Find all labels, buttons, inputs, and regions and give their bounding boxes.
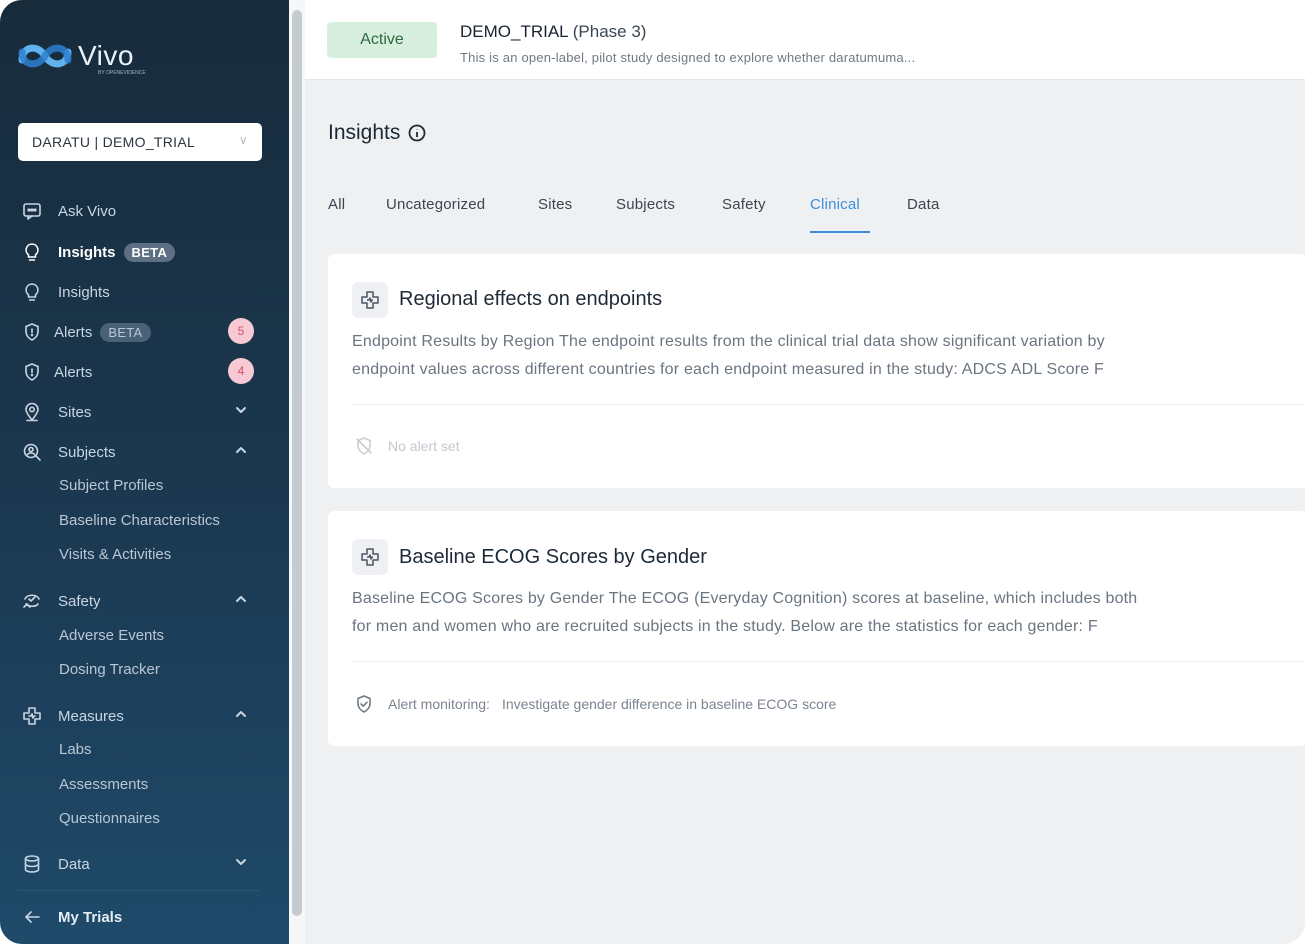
sidebar-item-my-trials[interactable]: My Trials [20, 903, 260, 931]
sidebar-item-alerts[interactable]: Alerts 4 [20, 358, 260, 386]
sidebar-subitem-dosing-tracker[interactable]: Dosing Tracker [59, 661, 160, 678]
study-name: DEMO_TRIAL [460, 22, 569, 41]
alert-monitoring-label: Alert monitoring: [388, 696, 490, 712]
sidebar-item-label: Alerts [54, 323, 93, 341]
sidebar-subitem-visits-activities[interactable]: Visits & Activities [59, 546, 171, 563]
insight-card-summary-line: Baseline ECOG Scores by Gender The ECOG … [352, 590, 1138, 607]
sidebar-item-label: Alerts [54, 363, 93, 381]
insight-card-summary-line: for men and women who are recruited subj… [352, 618, 1098, 635]
sidebar: Vivo BY OPENEVIDENCE DARATU | DEMO_TRIAL… [0, 0, 289, 944]
sidebar-item-label: Subjects [58, 443, 116, 461]
tab-subjects[interactable]: Subjects [616, 196, 675, 213]
alert-status-text: Investigate gender difference in baselin… [501, 696, 837, 712]
brand-subtitle: BY OPENEVIDENCE [98, 70, 146, 76]
study-title: DEMO_TRIAL (Phase 3) [460, 22, 646, 42]
sidebar-subitem-subject-profiles[interactable]: Subject Profiles [59, 477, 163, 494]
sidebar-item-safety[interactable]: Safety [20, 587, 260, 615]
sidebar-item-alerts-beta[interactable]: Alerts BETA 5 [20, 318, 260, 346]
insight-card-title: Regional effects on endpoints [399, 288, 663, 310]
active-tab-indicator [810, 231, 870, 233]
sidebar-divider [18, 890, 260, 891]
shield-icon [20, 320, 44, 344]
alerts-count-badge: 5 [228, 318, 254, 344]
page-title: Insights [328, 121, 426, 145]
alert-status-text: No alert set [388, 438, 460, 454]
sidebar-item-sites[interactable]: Sites [20, 398, 260, 426]
chevron-down-icon[interactable] [234, 403, 250, 419]
chat-icon [20, 199, 44, 223]
shield-check-icon [354, 694, 374, 714]
sidebar-subitem-adverse-events[interactable]: Adverse Events [59, 627, 164, 644]
sidebar-scrollbar[interactable] [292, 10, 302, 916]
chevron-up-icon[interactable] [234, 592, 250, 608]
chevron-up-icon[interactable] [234, 707, 250, 723]
vivo-logo-icon [18, 44, 72, 68]
sidebar-subitem-questionnaires[interactable]: Questionnaires [59, 810, 160, 827]
lightbulb-icon [20, 240, 44, 264]
page-title-text: Insights [328, 121, 401, 144]
sidebar-item-label: Sites [58, 403, 92, 421]
beta-badge: BETA [123, 242, 176, 262]
brand-name: Vivo [78, 40, 134, 71]
insight-card-summary-line: Endpoint Results by Region The endpoint … [352, 333, 1105, 350]
alert-status[interactable]: No alert set [354, 436, 460, 456]
tab-clinical[interactable]: Clinical [810, 196, 860, 213]
sidebar-subitem-assessments[interactable]: Assessments [59, 776, 148, 793]
database-icon [20, 852, 44, 876]
insight-card[interactable]: Regional effects on endpoints Endpoint R… [328, 254, 1305, 488]
sidebar-item-label: Insights [58, 243, 116, 261]
chevron-down-icon: ∨ [238, 133, 248, 147]
chevron-up-icon[interactable] [234, 443, 250, 459]
sidebar-item-insights-beta[interactable]: Insights BETA [20, 238, 260, 266]
card-divider [352, 661, 1305, 662]
trial-selector-value: DARATU | DEMO_TRIAL [32, 134, 196, 150]
study-phase: (Phase 3) [572, 22, 647, 41]
sidebar-item-label: Safety [58, 592, 101, 610]
location-pin-icon [20, 400, 44, 424]
arrow-left-icon [20, 905, 44, 929]
alert-status[interactable]: Alert monitoring: Investigate gender dif… [354, 694, 836, 714]
sidebar-item-label: Data [58, 855, 90, 873]
insight-card-title: Baseline ECOG Scores by Gender [399, 546, 707, 568]
study-description: This is an open-label, pilot study desig… [460, 50, 916, 65]
sidebar-subitem-labs[interactable]: Labs [59, 741, 92, 758]
status-badge: Active [327, 22, 437, 58]
app-window: Vivo BY OPENEVIDENCE DARATU | DEMO_TRIAL… [0, 0, 1305, 944]
safety-icon [20, 589, 44, 613]
medical-cross-icon [352, 539, 388, 575]
tab-sites[interactable]: Sites [538, 196, 572, 213]
insight-card[interactable]: Baseline ECOG Scores by Gender Baseline … [328, 511, 1305, 746]
medical-cross-icon [20, 704, 44, 728]
logo[interactable]: Vivo BY OPENEVIDENCE [18, 38, 146, 76]
study-header: Active DEMO_TRIAL (Phase 3) This is an o… [305, 0, 1305, 80]
card-divider [352, 404, 1305, 405]
info-icon[interactable] [408, 124, 426, 142]
tab-uncategorized[interactable]: Uncategorized [386, 196, 485, 213]
sidebar-item-label: My Trials [58, 908, 123, 926]
medical-cross-icon [352, 282, 388, 318]
tab-safety[interactable]: Safety [722, 196, 766, 213]
lightbulb-icon [20, 280, 44, 304]
sidebar-item-label: Ask Vivo [58, 202, 117, 220]
sidebar-item-subjects[interactable]: Subjects [20, 438, 260, 466]
trial-selector[interactable]: DARATU | DEMO_TRIAL ∨ [18, 123, 262, 161]
search-person-icon [20, 440, 44, 464]
sidebar-item-insights[interactable]: Insights [20, 278, 260, 306]
sidebar-item-label: Insights [58, 283, 110, 301]
sidebar-item-measures[interactable]: Measures [20, 702, 260, 730]
shield-icon [20, 360, 44, 384]
sidebar-subitem-baseline-characteristics[interactable]: Baseline Characteristics [59, 512, 220, 529]
beta-badge: BETA [100, 322, 151, 342]
alerts-count-badge: 4 [228, 358, 254, 384]
sidebar-item-label: Measures [58, 707, 124, 725]
chevron-down-icon[interactable] [234, 855, 250, 871]
tab-data[interactable]: Data [907, 196, 940, 213]
tab-all[interactable]: All [328, 196, 345, 213]
sidebar-item-ask-vivo[interactable]: Ask Vivo [20, 197, 260, 225]
shield-off-icon [354, 436, 374, 456]
insight-card-summary-line: endpoint values across different countri… [352, 361, 1104, 378]
sidebar-item-data[interactable]: Data [20, 850, 260, 878]
